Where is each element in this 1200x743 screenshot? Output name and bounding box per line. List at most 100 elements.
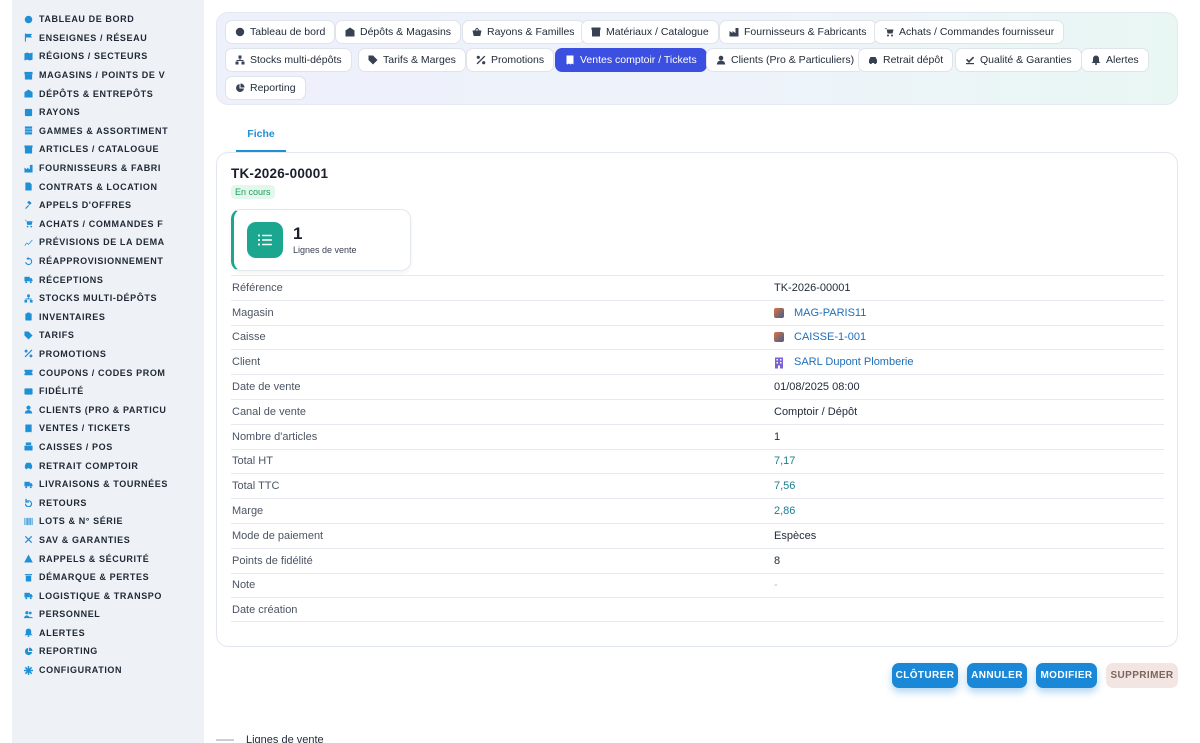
nav-pill-label: Qualité & Garanties: [980, 54, 1072, 66]
sidebar-item-achats-commandes-f[interactable]: ACHATS / COMMANDES F: [12, 215, 204, 234]
close-button[interactable]: CLÔTURER: [892, 663, 958, 688]
stat-card-lines[interactable]: 1 Lignes de vente: [231, 209, 411, 271]
sidebar-item-clients-pro-particu[interactable]: CLIENTS (PRO & PARTICU: [12, 400, 204, 419]
detail-row: Référence TK-2026-00001: [231, 275, 1164, 300]
sidebar-item-r-gions-secteurs[interactable]: RÉGIONS / SECTEURS: [12, 47, 204, 66]
sidebar-item-d-marque-pertes[interactable]: DÉMARQUE & PERTES: [12, 568, 204, 587]
check-badge-icon: [965, 55, 975, 65]
sidebar-item-personnel[interactable]: PERSONNEL: [12, 605, 204, 624]
field-value-text: Espèces: [774, 529, 817, 542]
nav-pill-stocks-multi-depots[interactable]: Stocks multi-dépôts: [225, 48, 352, 72]
sidebar-item-configuration[interactable]: CONFIGURATION: [12, 661, 204, 680]
nav-pill-label: Tarifs & Marges: [383, 54, 456, 66]
nav-pill-qualite-garanties[interactable]: Qualité & Garanties: [955, 48, 1082, 72]
tag-icon: [368, 55, 378, 65]
delete-button[interactable]: SUPPRIMER: [1106, 663, 1178, 688]
nav-pill-alertes[interactable]: Alertes: [1081, 48, 1149, 72]
nav-pill-fournisseurs-fabricants[interactable]: Fournisseurs & Fabricants: [719, 20, 877, 44]
field-value: 01/08/2025 08:00: [774, 381, 860, 393]
sidebar-item-magasins-points-de-v[interactable]: MAGASINS / POINTS DE V: [12, 66, 204, 85]
sidebar-item-stocks-multi-d-p-ts[interactable]: STOCKS MULTI-DÉPÔTS: [12, 289, 204, 308]
nav-pill-tableau-de-bord[interactable]: Tableau de bord: [225, 20, 336, 44]
field-value: 1: [774, 431, 780, 443]
nav-pill-promotions[interactable]: Promotions: [466, 48, 555, 72]
sidebar-item-fid-lit[interactable]: FIDÉLITÉ: [12, 382, 204, 401]
nav-pill-achats-commandes-fournisseur[interactable]: Achats / Commandes fournisseur: [874, 20, 1065, 44]
sidebar-item-label: INVENTAIRES: [39, 311, 106, 322]
sidebar-item-sav-garanties[interactable]: SAV & GARANTIES: [12, 531, 204, 550]
sidebar-item-gammes-assortiment[interactable]: GAMMES & ASSORTIMENT: [12, 122, 204, 141]
sidebar-item-fournisseurs-fabri[interactable]: FOURNISSEURS & FABRI: [12, 159, 204, 178]
field-label: Date création: [232, 603, 298, 616]
detail-row: Date création: [231, 597, 1164, 623]
sidebar-item-ventes-tickets[interactable]: VENTES / TICKETS: [12, 419, 204, 438]
tag-icon: [24, 331, 33, 340]
nav-pill-rayons-familles[interactable]: Rayons & Familles: [462, 20, 585, 44]
flag-icon: [24, 33, 33, 42]
cart-icon: [884, 27, 894, 37]
field-value: TK-2026-00001: [774, 282, 850, 294]
nav-pill-clients-pro-particuliers[interactable]: Clients (Pro & Particuliers): [706, 48, 865, 72]
sidebar-item-r-approvisionnement[interactable]: RÉAPPROVISIONNEMENT: [12, 252, 204, 271]
nav-pill-reporting[interactable]: Reporting: [225, 76, 306, 100]
car-icon: [868, 55, 878, 65]
sidebar-item-pr-visions-de-la-dema[interactable]: PRÉVISIONS DE LA DEMA: [12, 233, 204, 252]
sidebar-item-lots-n-s-rie[interactable]: LOTS & N° SÉRIE: [12, 512, 204, 531]
app-root: TABLEAU DE BORD ENSEIGNES / RÉSEAU RÉGIONS…: [0, 0, 1200, 743]
sidebar-item-contrats-location[interactable]: CONTRATS & LOCATION: [12, 177, 204, 196]
tab-fiche[interactable]: Fiche: [236, 118, 286, 152]
field-value[interactable]: MAG-PARIS11: [774, 307, 866, 319]
sidebar-item-reporting[interactable]: REPORTING: [12, 642, 204, 661]
field-label: Client: [232, 356, 261, 369]
sidebar-item-rappels-s-curit[interactable]: RAPPELS & SÉCURITÉ: [12, 549, 204, 568]
nav-pill-ventes-comptoir-tickets[interactable]: Ventes comptoir / Tickets: [555, 48, 707, 72]
nav-pill-label: Ventes comptoir / Tickets: [580, 54, 697, 66]
sidebar-item-logistique-transpo[interactable]: LOGISTIQUE & TRANSPO: [12, 586, 204, 605]
sidebar-item-coupons-codes-prom[interactable]: COUPONS / CODES PROM: [12, 363, 204, 382]
nav-pill-retrait-depot[interactable]: Retrait dépôt: [858, 48, 954, 72]
nav-pill-label: Stocks multi-dépôts: [250, 54, 342, 66]
sidebar-item-livraisons-tourn-es[interactable]: LIVRAISONS & TOURNÉES: [12, 475, 204, 494]
field-label: Mode de paiement: [232, 529, 324, 542]
sidebar-item-label: FOURNISSEURS & FABRI: [39, 163, 162, 174]
detail-row: Marge 2,86: [231, 498, 1164, 523]
nav-pill-label: Rayons & Familles: [487, 26, 575, 38]
field-value-text: CAISSE-1-001: [794, 331, 867, 344]
sidebar-item-promotions[interactable]: PROMOTIONS: [12, 345, 204, 364]
sidebar-item-label: CLIENTS (PRO & PARTICU: [39, 404, 167, 415]
sidebar-item-caisses-pos[interactable]: CAISSES / POS: [12, 438, 204, 457]
field-value[interactable]: CAISSE-1-001: [774, 331, 866, 343]
sidebar-item-retrait-comptoir[interactable]: RETRAIT COMPTOIR: [12, 456, 204, 475]
field-label: Points de fidélité: [232, 554, 313, 567]
sidebar-item-inventaires[interactable]: INVENTAIRES: [12, 308, 204, 327]
sidebar-item-enseignes-r-seau[interactable]: ENSEIGNES / RÉSEAU: [12, 29, 204, 48]
warehouse-icon: [345, 27, 355, 37]
nav-pill-materiaux-catalogue[interactable]: Matériaux / Catalogue: [581, 20, 719, 44]
field-label: Nombre d'articles: [232, 430, 318, 443]
nav-pill-depots-magasins[interactable]: Dépôts & Magasins: [335, 20, 462, 44]
sidebar-item-r-ceptions[interactable]: RÉCEPTIONS: [12, 270, 204, 289]
sidebar-item-label: TABLEAU DE BORD: [39, 14, 135, 25]
nav-pill-tarifs-marges[interactable]: Tarifs & Marges: [358, 48, 466, 72]
sidebar-item-retours[interactable]: RETOURS: [12, 493, 204, 512]
sidebar-item-label: DÉMARQUE & PERTES: [39, 572, 150, 583]
cancel-button[interactable]: ANNULER: [967, 663, 1027, 688]
sidebar-item-appels-d-offres[interactable]: APPELS D'OFFRES: [12, 196, 204, 215]
sidebar-item-tableau-de-bord[interactable]: TABLEAU DE BORD: [12, 10, 204, 29]
sidebar-item-label: LOTS & N° SÉRIE: [39, 516, 124, 527]
sidebar-item-articles-catalogue[interactable]: ARTICLES / CATALOGUE: [12, 140, 204, 159]
sidebar-item-tarifs[interactable]: TARIFS: [12, 326, 204, 345]
sidebar-item-d-p-ts-entrep-ts[interactable]: DÉPÔTS & ENTREPÔTS: [12, 84, 204, 103]
sidebar-item-rayons[interactable]: RAYONS: [12, 103, 204, 122]
nav-pill-label: Fournisseurs & Fabricants: [744, 26, 867, 38]
section-divider: [216, 739, 234, 741]
sidebar-item-alertes[interactable]: ALERTES: [12, 624, 204, 643]
layers-icon: [24, 126, 33, 135]
edit-button[interactable]: MODIFIER: [1036, 663, 1097, 688]
receipt-icon: [565, 55, 575, 65]
field-value-text: 01/08/2025 08:00: [774, 381, 860, 394]
field-label: Marge: [232, 505, 264, 518]
lines-section-heading: Lignes de vente: [216, 733, 324, 743]
field-value[interactable]: SARL Dupont Plomberie: [774, 356, 913, 369]
field-value-text: TK-2026-00001: [774, 281, 851, 294]
